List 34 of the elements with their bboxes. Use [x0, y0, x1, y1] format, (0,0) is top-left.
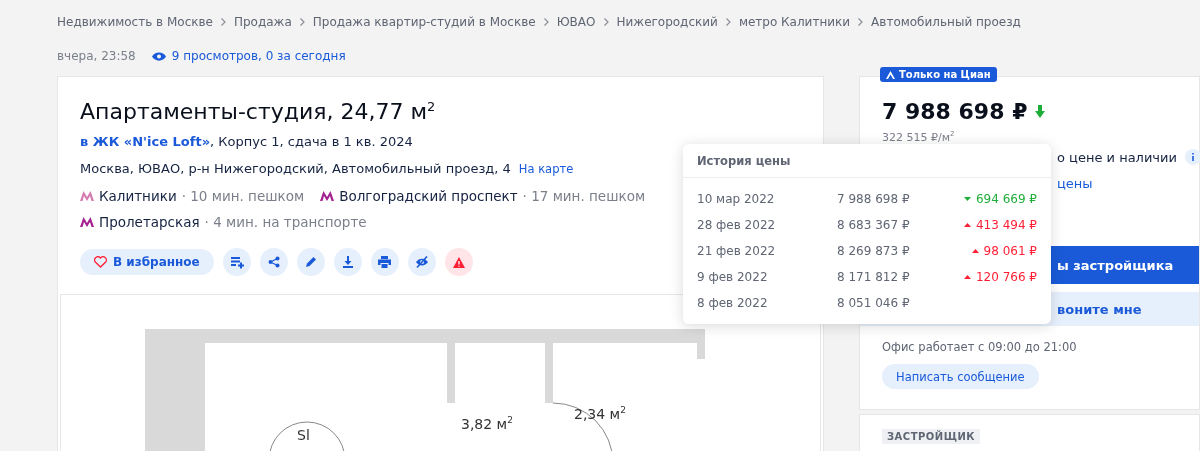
price-change: 413 494 ₽: [942, 218, 1037, 232]
popup-title: История цены: [683, 144, 1051, 178]
history-date: 8 фев 2022: [697, 296, 769, 310]
history-price: 8 269 873 ₽: [837, 244, 911, 258]
history-date: 28 фев 2022: [697, 218, 777, 232]
history-price: 8 171 812 ₽: [837, 270, 911, 284]
address: Москва, ЮВАО, р-н Нижегородский, Автомобильный проезд, 4: [80, 161, 511, 177]
metro-time: · 10 мин. пешком: [181, 188, 305, 205]
history-date: 9 фев 2022: [697, 270, 769, 284]
room-area: 3,82 м$^{2}$: [461, 415, 513, 432]
price-change: 98 061 ₽: [942, 244, 1037, 258]
metro-station: Пролетарская: [99, 214, 200, 231]
metro-station: Калитники: [99, 188, 177, 205]
history-date: 21 фев 2022: [697, 244, 777, 258]
price-per-meter: 322 515 ₽/м$^{2}$: [882, 130, 956, 144]
developer-tag: ЗАСТРОЙЩИК: [882, 429, 980, 444]
exclusive-badge: Только на Циан: [880, 67, 997, 82]
room-label: Sl: [297, 427, 310, 444]
publish-date: вчера, 23:58: [57, 49, 136, 63]
history-price: 8 683 367 ₽: [837, 218, 911, 232]
office-hours: Офис работает с 09:00 до 21:00: [882, 340, 1078, 354]
history-price: 8 051 046 ₽: [837, 296, 911, 310]
metro-time: · 17 мин. пешком: [522, 188, 646, 205]
listing-title: Апартаменты-студия, 24,77 м$^{2}$: [80, 99, 437, 125]
price: 7 988 698 ₽: [882, 99, 1028, 124]
price-notice: о цене и наличии: [1057, 149, 1177, 165]
price-change: 694 669 ₽: [942, 192, 1037, 206]
complex-info: в ЖК «N'ice Loft», Корпус 1, сдача в 1 кв. 2024: [80, 134, 413, 150]
history-price: 7 988 698 ₽: [837, 192, 911, 206]
price-change: 120 766 ₽: [942, 270, 1037, 284]
history-date: 10 мар 2022: [697, 192, 776, 206]
room-area: 2,34 м$^{2}$: [574, 405, 626, 422]
metro-time: · 4 мин. на транспорте: [204, 214, 367, 231]
metro-station: Волгоградский проспект: [339, 188, 518, 205]
